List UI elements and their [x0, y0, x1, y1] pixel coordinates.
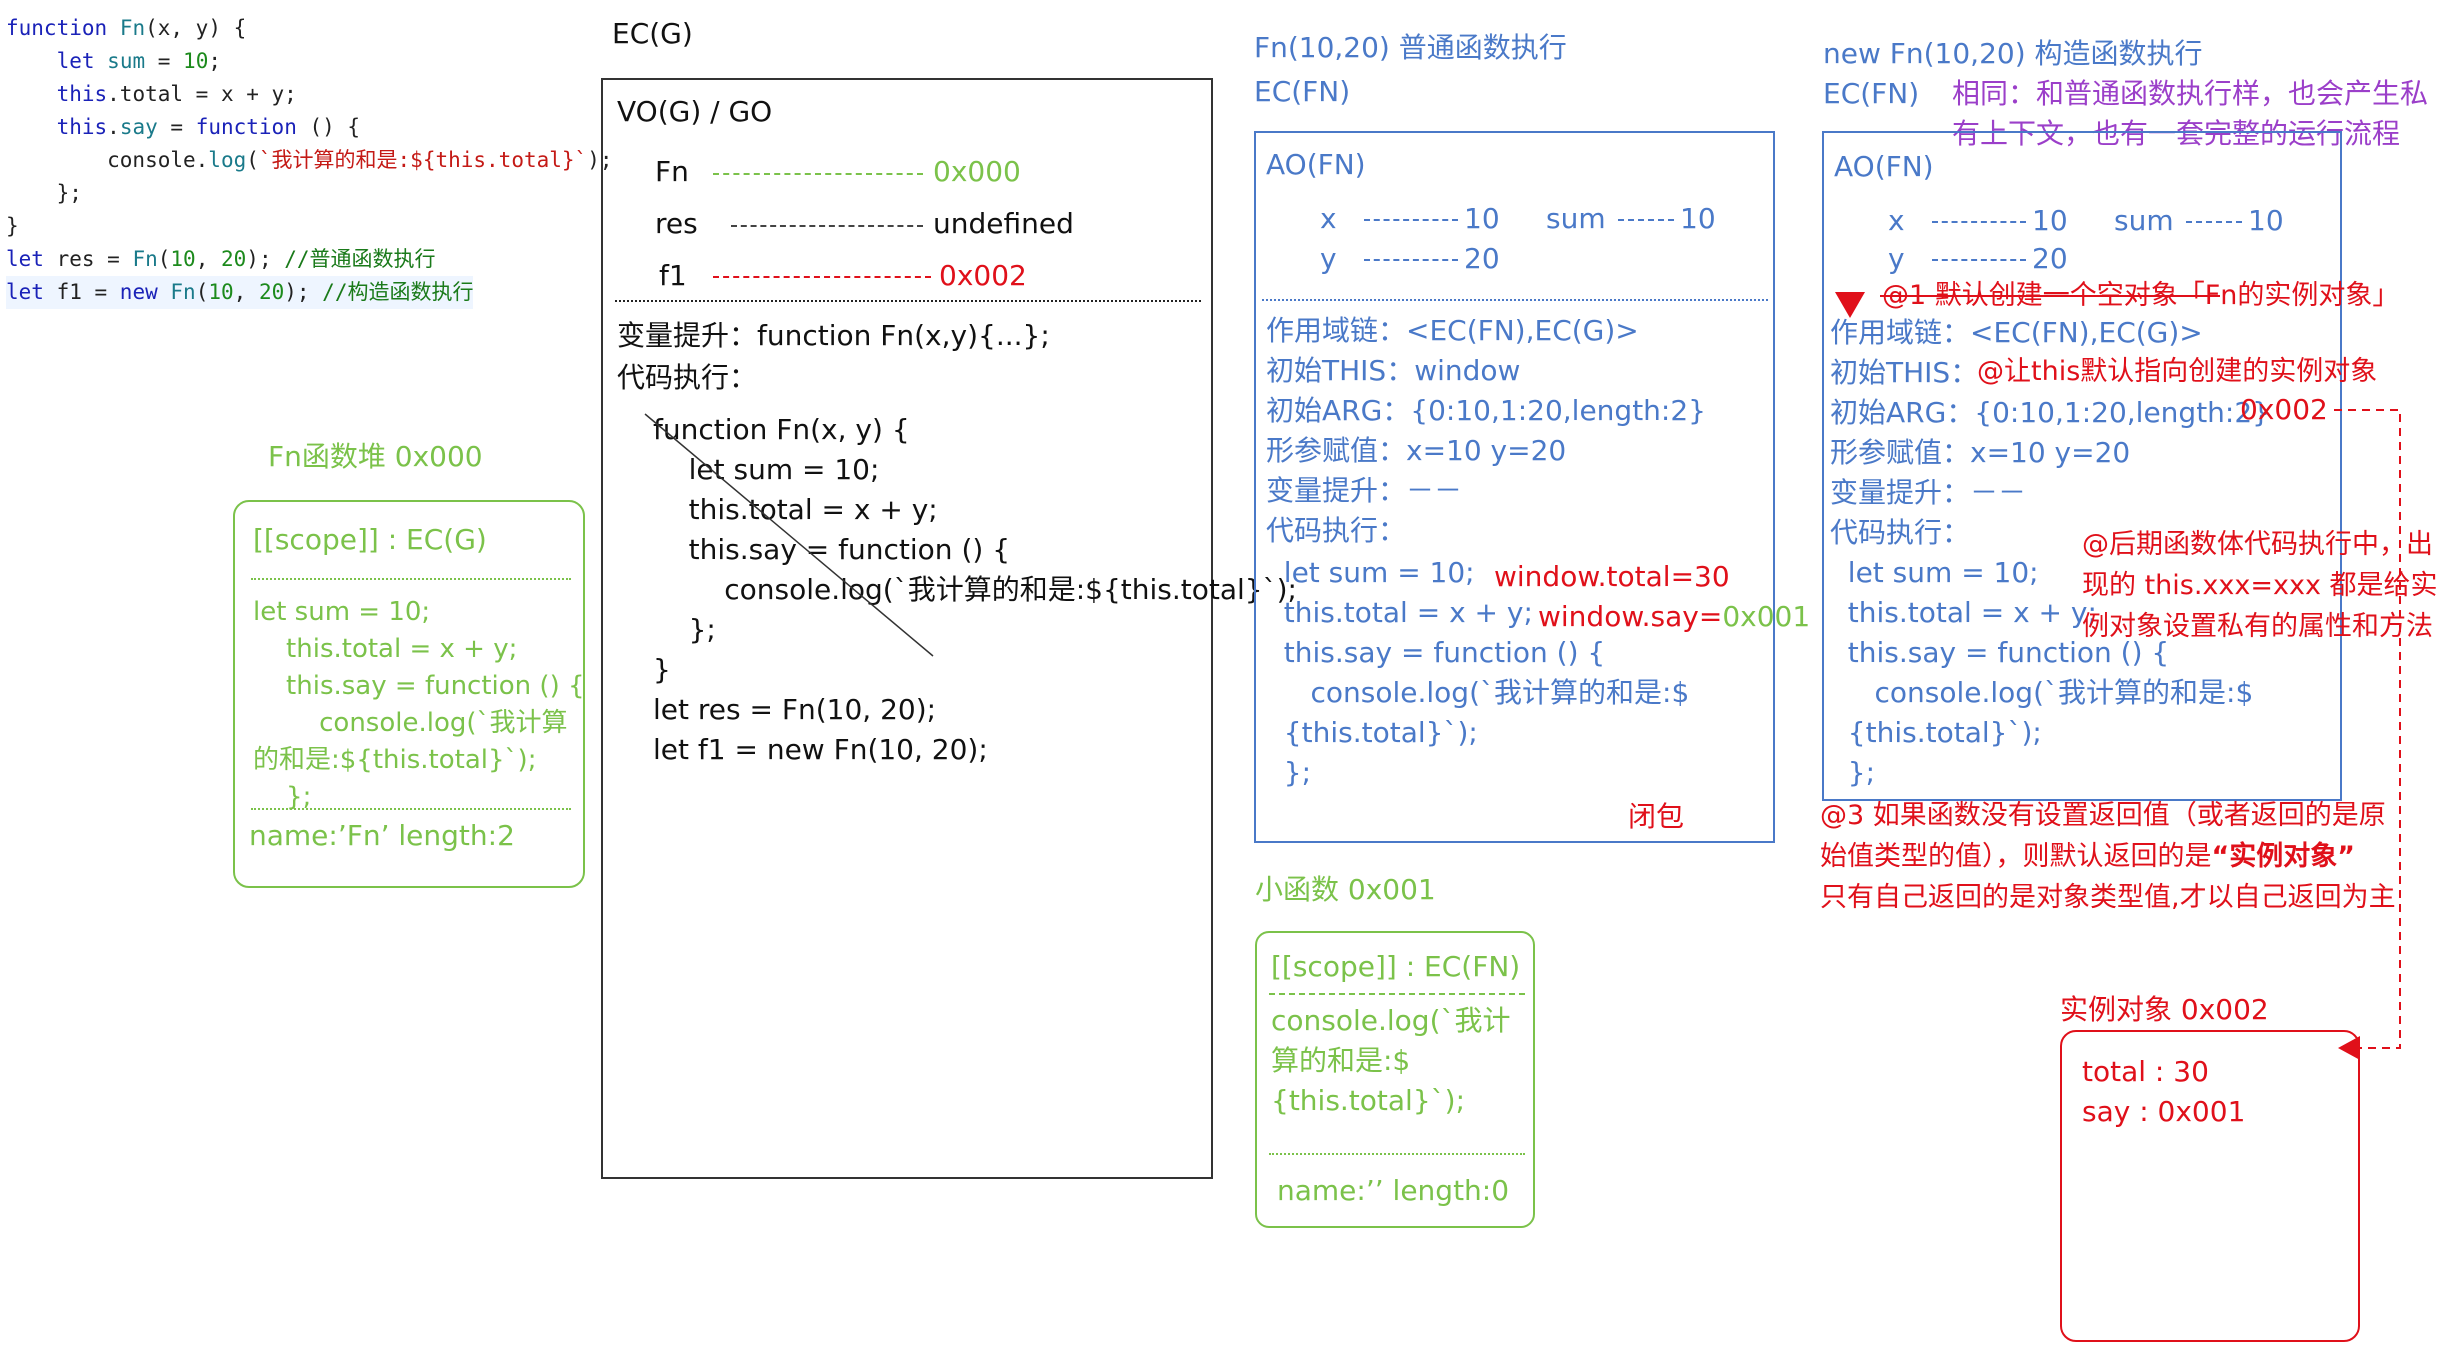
construct-title: new Fn(10,20) 构造函数执行 — [1823, 37, 2203, 70]
fn-heap-meta: name:’Fn’ length:2 — [249, 819, 515, 852]
construct-x-label: x — [1888, 204, 1905, 237]
normal-arg: 初始ARG：{0:10,1:20,length:2} — [1266, 394, 1706, 427]
normal-scope: 作用域链：<EC(FN),EC(G)> — [1266, 314, 1639, 347]
normal-y-label: y — [1320, 242, 1337, 275]
exec-label: 代码执行： — [617, 361, 758, 394]
instance-title: 实例对象 0x002 — [2060, 993, 2269, 1026]
normal-exec: 代码执行： — [1266, 514, 1407, 547]
construct-note-1-strike — [1880, 295, 2220, 297]
normal-this: 初始THIS：window — [1266, 354, 1521, 387]
construct-arg-addr: 0x002 — [2240, 393, 2328, 426]
code-line-4: this.say = function () { — [56, 115, 361, 139]
construct-sum-val: 10 — [2248, 204, 2284, 237]
var-f1-link — [713, 276, 931, 278]
var-res-value: undefined — [933, 207, 1074, 240]
note-window-total: window.total=30 — [1494, 560, 1730, 593]
construct-note-3: @3 如果函数没有设置返回值（或者返回的是原 始值类型的值），则默认返回的是“实… — [1820, 795, 2396, 918]
fn-heap-scope: [[scope]] : EC(G) — [253, 523, 487, 556]
var-f1-value: 0x002 — [939, 259, 1027, 292]
hoist-line: 变量提升：function Fn(x,y){...}; — [617, 319, 1050, 352]
ecg-title: EC(G) — [612, 17, 693, 50]
construct-this-label: 初始THIS： — [1830, 356, 1979, 389]
small-fn-divider-2 — [1269, 1153, 1525, 1155]
construct-ao-title: AO(FN) — [1834, 150, 1934, 183]
construct-this-note: @让this默认指向创建的实例对象 — [1977, 356, 2378, 387]
instance-total: total : 30 — [2082, 1055, 2209, 1088]
small-fn-meta: name:’’ length:0 — [1277, 1174, 1510, 1207]
normal-ao-box: AO(FN) x 10 sum 10 y 20 作用域链：<EC(FN),EC(… — [1254, 131, 1810, 843]
construct-note-3-tail: 只有自己返回的是对象类型值,才以自己返回为主 — [1820, 882, 2396, 913]
closure-label: 闭包 — [1628, 800, 1685, 833]
normal-sum-label: sum — [1546, 202, 1606, 235]
code-line-5: console.log(`我计算的和是:${this.total}`); — [6, 148, 613, 172]
note-window-say: window.say=0x001 — [1538, 597, 1810, 637]
fn-heap-title: Fn函数堆 0x000 — [268, 440, 483, 473]
construct-scope: 作用域链：<EC(FN),EC(G)> — [1830, 316, 2203, 349]
ecg-box: VO(G) / GO Fn 0x000 res undefined f1 0x0… — [601, 78, 1297, 1179]
var-fn-link — [713, 173, 923, 175]
normal-ao-title: AO(FN) — [1266, 148, 1366, 181]
normal-y-val: 20 — [1464, 242, 1500, 275]
small-fn-divider-1 — [1269, 993, 1525, 995]
code-line-2: let sum = 10; — [56, 49, 221, 73]
code-line-3: this.total = x + y; — [56, 82, 297, 106]
instance-box: total : 30 say : 0x001 — [2060, 1030, 2360, 1342]
fn-heap-divider-1 — [251, 578, 571, 580]
normal-x-label: x — [1320, 202, 1337, 235]
normal-sum-link — [1618, 219, 1674, 221]
note-window-say-addr: 0x001 — [1722, 600, 1811, 633]
normal-y-link — [1364, 259, 1458, 261]
ecg-divider — [615, 300, 1201, 302]
var-res-link — [731, 225, 923, 227]
fn-heap-box: [[scope]] : EC(G) let sum = 10; this.tot… — [233, 500, 585, 888]
construct-hoist: 变量提升：－－ — [1830, 476, 2027, 509]
construct-y-link — [1932, 259, 2026, 261]
code-line-7: } — [6, 214, 19, 238]
construct-sum-label: sum — [2114, 204, 2174, 237]
construct-exec: 代码执行： — [1830, 516, 1971, 549]
instance-say: say : 0x001 — [2082, 1095, 2246, 1128]
small-fn-scope: [[scope]] : EC(FN) — [1271, 950, 1521, 983]
construct-y-label: y — [1888, 242, 1905, 275]
normal-x-val: 10 — [1464, 202, 1500, 235]
fn-heap-body: let sum = 10; this.total = x + y; this.s… — [253, 597, 585, 812]
normal-param: 形参赋值：x=10 y=20 — [1266, 434, 1567, 467]
var-res-name: res — [655, 207, 698, 240]
instance-link-arrow — [2334, 409, 2401, 1060]
construct-arg: 初始ARG：{0:10,1:20,length:2} — [1830, 396, 2270, 429]
construct-x-link — [1932, 221, 2026, 223]
small-fn-title: 小函数 0x001 — [1255, 873, 1436, 906]
small-fn-box: [[scope]] : EC(FN) console.log(`我计 算的和是:… — [1255, 931, 1535, 1228]
normal-hoist: 变量提升：－－ — [1266, 474, 1463, 507]
note-window-say-label: window.say= — [1538, 600, 1723, 633]
construct-ao-box: AO(FN) x 10 sum 10 y 20 作用域链：<EC(FN),EC(… — [1822, 131, 2342, 801]
construct-param: 形参赋值：x=10 y=20 — [1830, 436, 2131, 469]
code-line-9: let f1 = new Fn(10, 20); //构造函数执行 — [6, 276, 474, 309]
construct-ec: EC(FN) — [1823, 77, 1920, 110]
code-line-1: function Fn(x, y) { — [6, 16, 247, 40]
construct-x-val: 10 — [2032, 204, 2068, 237]
code-line-8: let res = Fn(10, 20); //普通函数执行 — [6, 247, 436, 271]
normal-sum-val: 10 — [1680, 202, 1716, 235]
normal-x-link — [1364, 219, 1458, 221]
vo-title: VO(G) / GO — [617, 95, 773, 128]
normal-ec: EC(FN) — [1254, 75, 1351, 108]
code-line-6: }; — [6, 181, 82, 205]
construct-sum-link — [2186, 221, 2242, 223]
var-fn-name: Fn — [655, 155, 689, 188]
var-f1-name: f1 — [659, 259, 687, 292]
arrow-down-icon — [1835, 292, 1865, 318]
normal-divider — [1262, 299, 1768, 301]
var-fn-value: 0x000 — [933, 155, 1021, 188]
small-fn-body: console.log(`我计 算的和是:$ {this.total}`); — [1271, 1004, 1511, 1117]
strike-line — [644, 413, 934, 657]
construct-y-val: 20 — [2032, 242, 2068, 275]
normal-title: Fn(10,20) 普通函数执行 — [1254, 31, 1567, 64]
fn-heap-divider-2 — [251, 808, 571, 810]
